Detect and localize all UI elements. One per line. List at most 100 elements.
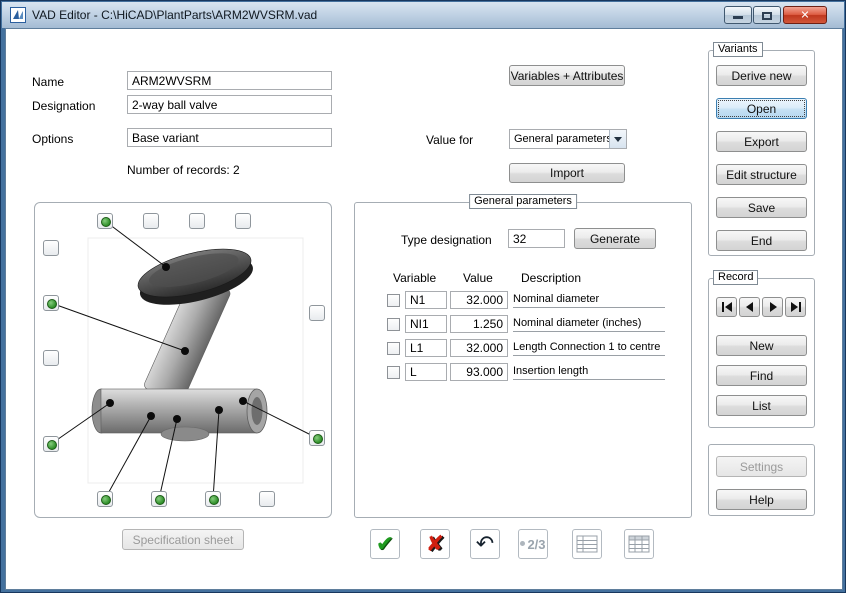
- connection-marker[interactable]: [143, 213, 159, 229]
- ok-button[interactable]: ✔: [370, 529, 400, 559]
- settings-button: Settings: [716, 456, 807, 477]
- variants-group: Variants Derive new Open Export Edit str…: [708, 50, 815, 256]
- connection-marker[interactable]: [97, 491, 113, 507]
- export-button[interactable]: Export: [716, 131, 807, 152]
- variable-value-field[interactable]: [450, 339, 508, 357]
- open-button[interactable]: Open: [716, 98, 807, 119]
- previous-record-icon: [744, 302, 756, 312]
- connection-marker[interactable]: [205, 491, 221, 507]
- end-button[interactable]: End: [716, 230, 807, 251]
- import-button[interactable]: Import: [509, 163, 625, 183]
- vad-editor-window: VAD Editor - C:\HiCAD\PlantParts\ARM2WVS…: [0, 0, 846, 593]
- next-record-button[interactable]: [762, 297, 783, 317]
- dialog-client-area: Name Designation Options Number of recor…: [5, 28, 843, 590]
- variable-description: Nominal diameter: [513, 291, 665, 308]
- record-table-button: [572, 529, 602, 559]
- minimize-button[interactable]: [724, 6, 752, 24]
- undo-icon: ↶: [476, 532, 494, 557]
- preview-panel: [34, 202, 332, 518]
- new-record-button[interactable]: New: [716, 335, 807, 356]
- record-table-alt-button: [624, 529, 654, 559]
- maximize-icon: [762, 12, 772, 20]
- cancel-button[interactable]: ✘: [420, 529, 450, 559]
- dropdown-arrow-button[interactable]: [609, 130, 626, 148]
- minimize-icon: [733, 16, 743, 19]
- first-record-icon: [721, 302, 733, 312]
- variable-name-field[interactable]: [405, 339, 447, 357]
- cancel-icon: ✘: [426, 532, 444, 557]
- specification-sheet-button: Specification sheet: [122, 529, 244, 550]
- valve-preview-image: [35, 203, 333, 519]
- previous-record-button[interactable]: [739, 297, 760, 317]
- first-record-button[interactable]: [716, 297, 737, 317]
- variable-value-field[interactable]: [450, 363, 508, 381]
- connection-marker[interactable]: [235, 213, 251, 229]
- variables-attributes-button[interactable]: Variables + Attributes: [509, 65, 625, 86]
- variable-column-header: Variable: [393, 271, 436, 285]
- general-parameters-group-label: General parameters: [469, 194, 577, 209]
- misc-group: Settings Help: [708, 444, 815, 516]
- maximize-button[interactable]: [753, 6, 781, 24]
- find-record-button[interactable]: Find: [716, 365, 807, 386]
- value-for-label: Value for: [426, 133, 473, 147]
- variable-name-field[interactable]: [405, 363, 447, 381]
- record-group: Record New Find List: [708, 278, 815, 428]
- param-checkbox[interactable]: [387, 294, 400, 307]
- connection-marker[interactable]: [43, 240, 59, 256]
- record-group-label: Record: [713, 270, 758, 285]
- connection-marker[interactable]: [309, 305, 325, 321]
- variable-description: Insertion length: [513, 363, 665, 380]
- variable-description: Length Connection 1 to centre: [513, 339, 665, 356]
- titlebar[interactable]: VAD Editor - C:\HiCAD\PlantParts\ARM2WVS…: [2, 2, 844, 28]
- last-record-icon: [790, 302, 802, 312]
- connection-marker[interactable]: [43, 350, 59, 366]
- last-record-button[interactable]: [785, 297, 806, 317]
- variable-description: Nominal diameter (inches): [513, 315, 665, 332]
- close-icon: ✕: [800, 9, 809, 22]
- window-title: VAD Editor - C:\HiCAD\PlantParts\ARM2WVS…: [32, 8, 317, 22]
- derive-new-button[interactable]: Derive new: [716, 65, 807, 86]
- next-record-icon: [767, 302, 779, 312]
- help-button[interactable]: Help: [716, 489, 807, 510]
- param-checkbox[interactable]: [387, 342, 400, 355]
- list-records-button[interactable]: List: [716, 395, 807, 416]
- table-columns-icon: [628, 535, 650, 553]
- variable-value-field[interactable]: [450, 315, 508, 333]
- options-label: Options: [32, 132, 73, 146]
- variable-value-field[interactable]: [450, 291, 508, 309]
- record-count-text: Number of records: 2: [127, 163, 240, 177]
- param-checkbox[interactable]: [387, 366, 400, 379]
- connection-marker[interactable]: [151, 491, 167, 507]
- connection-marker[interactable]: [189, 213, 205, 229]
- value-for-dropdown[interactable]: General parameters: [509, 129, 627, 149]
- variable-name-field[interactable]: [405, 315, 447, 333]
- options-input[interactable]: [127, 128, 332, 147]
- name-input[interactable]: [127, 71, 332, 90]
- designation-input[interactable]: [127, 95, 332, 114]
- close-button[interactable]: ✕: [783, 6, 827, 24]
- name-label: Name: [32, 75, 64, 89]
- description-column-header: Description: [521, 271, 581, 285]
- generate-button[interactable]: Generate: [574, 228, 656, 249]
- connection-marker[interactable]: [97, 213, 113, 229]
- param-checkbox[interactable]: [387, 318, 400, 331]
- type-designation-label: Type designation: [401, 233, 492, 247]
- variable-name-field[interactable]: [405, 291, 447, 309]
- variants-group-label: Variants: [713, 42, 763, 57]
- save-button[interactable]: Save: [716, 197, 807, 218]
- undo-button[interactable]: ↶: [470, 529, 500, 559]
- page-indicator: 2/3: [520, 537, 545, 552]
- connection-marker[interactable]: [309, 430, 325, 446]
- app-icon: [10, 7, 26, 23]
- check-icon: ✔: [376, 532, 394, 557]
- table-icon: [576, 535, 598, 553]
- edit-structure-button[interactable]: Edit structure: [716, 164, 807, 185]
- general-parameters-group: General parameters Type designation Gene…: [354, 202, 692, 518]
- connection-marker[interactable]: [43, 295, 59, 311]
- type-designation-input[interactable]: [508, 229, 565, 248]
- designation-label: Designation: [32, 99, 95, 113]
- connection-marker[interactable]: [259, 491, 275, 507]
- value-for-selected: General parameters: [514, 133, 612, 145]
- connection-marker[interactable]: [43, 436, 59, 452]
- value-column-header: Value: [463, 271, 493, 285]
